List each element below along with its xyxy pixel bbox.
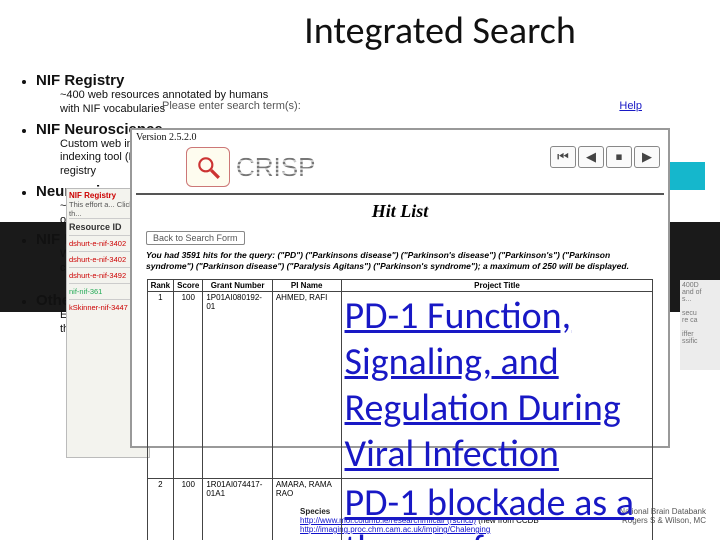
- stop-button[interactable]: ⏹: [606, 146, 632, 168]
- version-label: Version 2.5.2.0: [136, 132, 664, 143]
- table-row: 11001P01AI080192-01AHMED, RAFIPD-1 Funct…: [147, 292, 653, 479]
- results-table: Rank Score Grant Number PI Name Project …: [147, 279, 654, 540]
- slide: Integrated Search 400Dand ofs...secure c…: [0, 0, 720, 540]
- crisp-search-window: Please enter search term(s): Help Versio…: [130, 128, 670, 448]
- cell-score: 100: [174, 292, 203, 479]
- decorative-right-patch: 400Dand ofs...secure caifferssific: [680, 280, 720, 370]
- magnifier-icon: [186, 147, 230, 187]
- col-score: Score: [174, 280, 203, 292]
- bullet-heading: NIF Registry: [36, 72, 124, 89]
- slide-title: Integrated Search: [0, 0, 720, 64]
- next-button[interactable]: ▶: [634, 146, 660, 168]
- col-rank: Rank: [147, 280, 174, 292]
- hit-list-title: Hit List: [136, 201, 664, 222]
- cell-grant: 1R01AI074417-01A1: [203, 479, 272, 540]
- cell-rank: 1: [147, 292, 174, 479]
- first-button[interactable]: ⏮: [550, 146, 576, 168]
- cell-rank: 2: [147, 479, 174, 540]
- prev-button[interactable]: ◀: [578, 146, 604, 168]
- col-pi: PI Name: [272, 280, 341, 292]
- cell-title[interactable]: PD-1 Function, Signaling, and Regulation…: [341, 292, 653, 479]
- cell-title[interactable]: PD-1 blockade as a therapy for SIV/AIDS: [341, 479, 653, 540]
- cell-pi: AHMED, RAFI: [272, 292, 341, 479]
- table-row: 21001R01AI074417-01A1AMARA, RAMA RAOPD-1…: [147, 479, 653, 540]
- col-grant: Grant Number: [203, 280, 272, 292]
- query-summary: You had 3591 hits for the query: ("PD") …: [136, 246, 664, 275]
- cell-pi: AMARA, RAMA RAO: [272, 479, 341, 540]
- window-controls: ⏮ ◀ ⏹ ▶: [550, 146, 660, 168]
- cell-grant: 1P01AI080192-01: [203, 292, 272, 479]
- back-to-search-button[interactable]: Back to Search Form: [146, 231, 245, 245]
- search-prompt: Please enter search term(s):: [162, 100, 301, 112]
- col-title: Project Title: [341, 280, 653, 292]
- cell-score: 100: [174, 479, 203, 540]
- help-link[interactable]: Help: [619, 100, 642, 112]
- crisp-logo: CRISP: [236, 152, 315, 183]
